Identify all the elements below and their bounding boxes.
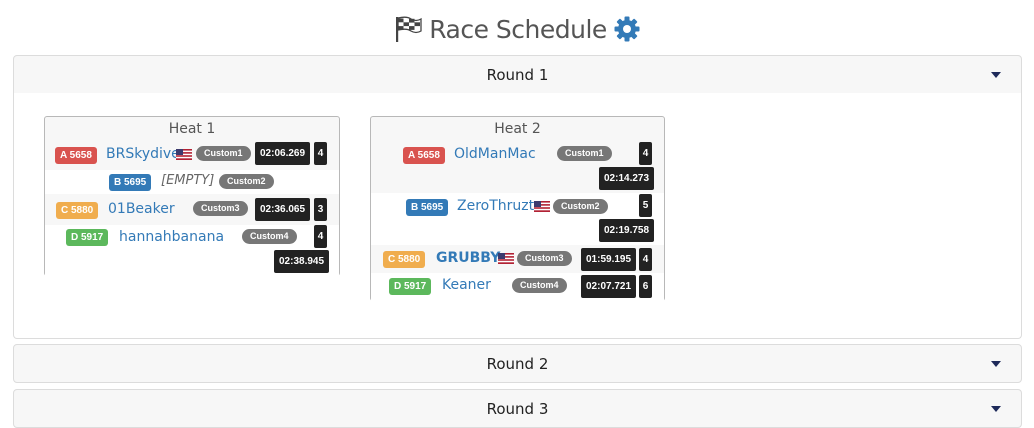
lap-count: 3 xyxy=(314,198,327,221)
custom-badge: Custom2 xyxy=(219,174,274,189)
gear-icon[interactable] xyxy=(613,15,641,43)
heat-2-slot-b: B 5695 ZeroThruzt Custom2 5 02:19.758 xyxy=(371,193,664,245)
pilot-name-link[interactable]: GRUBBY xyxy=(436,249,500,267)
frequency-chip: A 5658 xyxy=(403,147,445,164)
heat-2-slot-c: C 5880 GRUBBY Custom3 01:59.195 4 xyxy=(371,246,664,273)
lap-time: 02:14.273 xyxy=(599,167,655,190)
us-flag-icon xyxy=(498,253,514,264)
round-3-label: Round 3 xyxy=(486,399,549,418)
round-2-label: Round 2 xyxy=(486,354,549,373)
us-flag-icon xyxy=(176,149,192,160)
pilot-name-link[interactable]: ZeroThruzt xyxy=(457,197,534,215)
heat-2-slot-a: A 5658 OldManMac Custom1 4 02:14.273 xyxy=(371,140,664,192)
frequency-chip: A 5658 xyxy=(55,147,97,164)
round-1-label: Round 1 xyxy=(486,65,549,84)
pilot-name-link[interactable]: hannahbanana xyxy=(119,228,224,246)
caret-down-icon[interactable] xyxy=(991,406,1001,412)
frequency-chip: D 5917 xyxy=(389,278,432,295)
checkered-flag-icon xyxy=(396,16,422,42)
frequency-chip: C 5880 xyxy=(383,251,426,268)
heat-2-slot-d: D 5917 Keaner Custom4 02:07.721 6 xyxy=(371,273,664,301)
lap-count: 4 xyxy=(314,225,327,248)
round-3-header[interactable]: Round 3 xyxy=(13,389,1022,428)
lap-time: 01:59.195 xyxy=(581,248,637,271)
custom-badge: Custom3 xyxy=(193,201,248,216)
custom-badge: Custom4 xyxy=(242,229,297,244)
pilot-name-link[interactable]: Keaner xyxy=(442,276,491,294)
frequency-chip: B 5695 xyxy=(109,174,152,191)
heat-1-title: Heat 1 xyxy=(168,121,216,137)
lap-time: 02:38.945 xyxy=(274,250,330,273)
caret-down-icon[interactable] xyxy=(991,361,1001,367)
page-title-bar: Race Schedule xyxy=(0,10,1034,48)
heat-2-card: Heat 2 A 5658 OldManMac Custom1 4 02:14.… xyxy=(370,116,665,301)
heat-1-card: Heat 1 A 5658 BRSkydive Custom1 02:06.26… xyxy=(44,116,340,276)
custom-badge: Custom4 xyxy=(512,278,567,293)
lap-count: 6 xyxy=(639,275,652,298)
custom-badge: Custom1 xyxy=(557,146,612,161)
heat-1-slot-d: D 5917 hannahbanana Custom4 4 02:38.945 xyxy=(45,225,339,276)
lap-time: 02:07.721 xyxy=(581,275,637,298)
frequency-chip: D 5917 xyxy=(66,229,109,246)
round-2-header[interactable]: Round 2 xyxy=(13,344,1022,383)
frequency-chip: B 5695 xyxy=(406,199,449,216)
us-flag-icon xyxy=(534,201,550,212)
caret-down-icon[interactable] xyxy=(991,72,1001,78)
empty-slot-label: [EMPTY] xyxy=(161,173,215,188)
pilot-name-link[interactable]: 01Beaker xyxy=(108,200,175,218)
lap-count: 4 xyxy=(639,248,652,271)
lap-count: 5 xyxy=(639,194,652,217)
pilot-name-link[interactable]: BRSkydive xyxy=(106,145,180,163)
heat-1-slot-c: C 5880 01Beaker Custom3 02:36.065 3 xyxy=(45,195,339,225)
lap-time: 02:19.758 xyxy=(599,219,655,242)
lap-time: 02:06.269 xyxy=(255,142,311,165)
heat-1-slot-a: A 5658 BRSkydive Custom1 02:06.269 4 xyxy=(45,140,339,170)
lap-count: 4 xyxy=(639,142,652,165)
custom-badge: Custom1 xyxy=(196,146,251,161)
heat-1-slot-b: B 5695 [EMPTY] Custom2 xyxy=(45,170,339,194)
round-1-header[interactable]: Round 1 xyxy=(13,55,1022,94)
custom-badge: Custom2 xyxy=(553,199,608,214)
custom-badge: Custom3 xyxy=(517,251,572,266)
frequency-chip: C 5880 xyxy=(56,202,99,219)
heat-2-title: Heat 2 xyxy=(494,121,541,137)
lap-time: 02:36.065 xyxy=(255,198,311,221)
pilot-name-link[interactable]: OldManMac xyxy=(454,145,536,163)
page-title: Race Schedule xyxy=(429,14,607,44)
lap-count: 4 xyxy=(314,142,327,165)
